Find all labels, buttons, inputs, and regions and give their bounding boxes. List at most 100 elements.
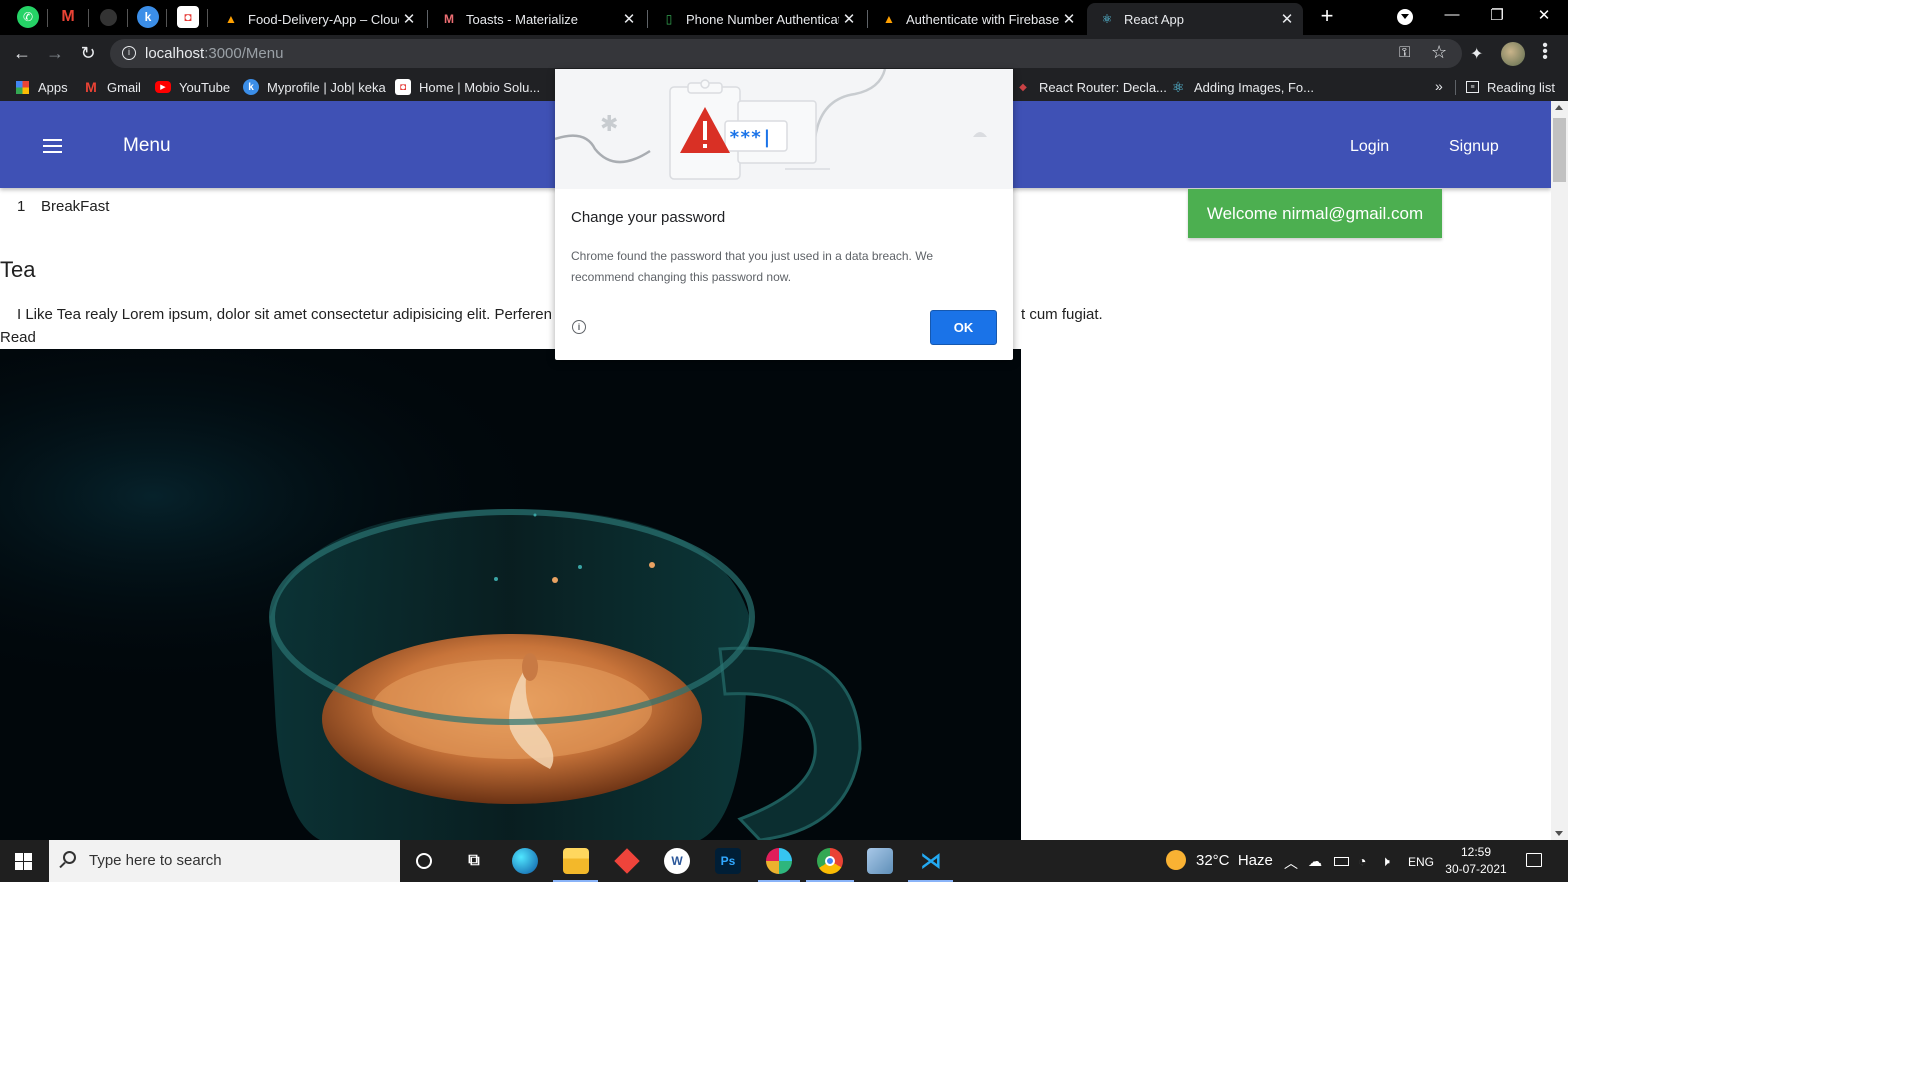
description-tail: t cum fugiat. <box>1021 306 1103 323</box>
chrome-icon[interactable] <box>817 848 843 874</box>
reload-icon[interactable]: ↻ <box>77 43 99 65</box>
tab-food-delivery[interactable]: ▲ Food-Delivery-App – Cloud F ✕ <box>211 3 425 35</box>
active-app-indicator <box>553 880 598 882</box>
firebase-icon: ▲ <box>883 12 895 26</box>
extensions-icon[interactable]: ✦ <box>1470 44 1488 63</box>
edge-icon[interactable] <box>512 848 538 874</box>
onedrive-icon[interactable]: ☁ <box>1308 853 1322 870</box>
tab-separator <box>867 10 868 28</box>
close-icon[interactable]: ✕ <box>839 10 859 28</box>
login-link[interactable]: Login <box>1350 138 1389 156</box>
close-icon[interactable]: ✕ <box>399 10 419 28</box>
site-info-icon[interactable]: i <box>122 46 136 60</box>
scroll-up-arrow-icon[interactable] <box>1555 105 1563 110</box>
bookmark-star-icon[interactable]: ☆ <box>1431 42 1447 63</box>
chrome-menu-icon[interactable]: • • • <box>1540 38 1550 66</box>
bookmark-gmail[interactable]: M Gmail <box>83 78 141 96</box>
bookmark-youtube[interactable]: ▶ YouTube <box>155 78 230 96</box>
tab-phone-auth[interactable]: ▯ Phone Number Authenticatio ✕ <box>649 3 865 35</box>
ok-button[interactable]: OK <box>930 310 997 345</box>
password-breach-dialog: ✱ ***| Change your password Chrome found… <box>555 69 1013 360</box>
read-link[interactable]: Read <box>0 329 36 346</box>
info-icon[interactable]: i <box>572 320 586 334</box>
dialog-message: Chrome found the password that you just … <box>571 249 933 284</box>
vscode-icon[interactable]: ⋊ <box>918 848 944 874</box>
tab-separator <box>127 9 128 27</box>
reading-list-icon: ≡ <box>1466 81 1479 93</box>
bookmark-mobio[interactable]: ◘ Home | Mobio Solu... <box>395 78 540 96</box>
github-icon[interactable] <box>97 6 119 28</box>
windows-start-icon[interactable] <box>15 853 32 870</box>
scroll-thumb[interactable] <box>1553 118 1566 182</box>
app-brand[interactable]: Menu <box>123 135 171 157</box>
anydesk-icon[interactable] <box>614 848 640 874</box>
bookmark-react-router[interactable]: ◆ React Router: Decla... <box>1015 78 1167 96</box>
taskbar-search-box[interactable]: Type here to search <box>49 840 400 882</box>
weather-widget[interactable]: 32°C Haze <box>1166 850 1273 870</box>
hamburger-menu-icon[interactable] <box>43 139 62 153</box>
word-online-icon[interactable]: W <box>664 848 690 874</box>
bookmark-label: Home | Mobio Solu... <box>419 79 541 95</box>
whatsapp-icon[interactable]: ✆ <box>17 6 39 28</box>
task-view-icon[interactable]: ⧉ <box>461 848 487 874</box>
reading-list-button[interactable]: ≡ Reading list <box>1466 78 1555 96</box>
bookmark-separator <box>1455 80 1456 95</box>
bookmark-adding-images[interactable]: ⚛ Adding Images, Fo... <box>1170 78 1314 96</box>
language-indicator[interactable]: ENG <box>1408 855 1434 869</box>
tab-firebase-auth[interactable]: ▲ Authenticate with Firebase u ✕ <box>869 3 1085 35</box>
password-key-icon[interactable]: ⚿ <box>1399 44 1410 61</box>
weather-text: 32°C Haze <box>1196 851 1273 869</box>
cortana-icon[interactable] <box>411 848 437 874</box>
minimize-icon[interactable]: — <box>1440 6 1464 28</box>
active-app-indicator <box>806 880 854 882</box>
slack-icon[interactable] <box>766 848 792 874</box>
wifi-icon[interactable]: ◔ <box>1358 853 1366 869</box>
gmail-icon: M <box>85 79 97 95</box>
tab-toasts-materialize[interactable]: M Toasts - Materialize ✕ <box>429 3 645 35</box>
signup-link[interactable]: Signup <box>1449 138 1499 156</box>
page-scrollbar[interactable] <box>1551 101 1568 840</box>
scroll-down-arrow-icon[interactable] <box>1555 831 1563 836</box>
file-explorer-icon[interactable] <box>563 848 589 874</box>
keka-icon[interactable]: k <box>137 6 159 28</box>
clock-date: 30-07-2021 <box>1445 862 1507 876</box>
tab-separator <box>647 10 648 28</box>
tab-title: Toasts - Materialize <box>466 11 578 27</box>
tab-strip: ✆ M k ◘ ▲ Food-Delivery-App – Cloud F ✕ … <box>0 0 1568 35</box>
url-text[interactable]: localhost:3000/Menu <box>145 45 283 62</box>
keka-icon: k <box>243 79 259 95</box>
tab-search-icon[interactable] <box>1397 9 1413 25</box>
bookmark-keka[interactable]: k Myprofile | Job| keka <box>243 78 386 96</box>
menu-item-title: Tea <box>0 257 36 282</box>
system-clock[interactable]: 12:59 30-07-2021 <box>1443 844 1509 878</box>
new-tab-button[interactable]: + <box>1316 5 1338 27</box>
back-icon[interactable]: ← <box>11 43 33 65</box>
forward-icon[interactable]: → <box>44 43 66 65</box>
bookmark-label: Apps <box>38 79 68 95</box>
gmail-icon[interactable]: M <box>57 6 79 28</box>
window-close-icon[interactable]: ✕ <box>1532 6 1556 28</box>
close-icon[interactable]: ✕ <box>1059 10 1079 28</box>
tab-title: React App <box>1124 11 1184 27</box>
bookmark-apps[interactable]: Apps <box>16 78 68 96</box>
volume-icon[interactable]: 🕨 <box>1381 853 1390 870</box>
restore-icon[interactable]: ❐ <box>1485 6 1509 28</box>
close-icon[interactable]: ✕ <box>619 10 639 28</box>
notepad-icon[interactable] <box>867 848 893 874</box>
active-app-indicator <box>758 880 800 882</box>
battery-icon[interactable] <box>1334 853 1349 869</box>
bookmarks-overflow-button[interactable]: » <box>1435 78 1443 94</box>
youtube-icon: ▶ <box>155 81 171 93</box>
photoshop-icon[interactable]: Ps <box>715 848 741 874</box>
tab-react-app[interactable]: ⚛ React App ✕ <box>1087 3 1303 35</box>
bookmark-label: YouTube <box>179 79 231 95</box>
profile-avatar[interactable] <box>1501 42 1525 66</box>
masked-password-text: ***| <box>729 127 772 148</box>
close-icon[interactable]: ✕ <box>1277 10 1297 28</box>
tray-overflow-icon[interactable]: ︿ <box>1284 853 1298 873</box>
bookmark-label: Gmail <box>107 79 141 95</box>
address-bar[interactable]: i localhost:3000/Menu ⚿ ☆ <box>110 39 1462 68</box>
notification-center-icon[interactable] <box>1526 853 1542 867</box>
tab-separator <box>166 9 167 27</box>
mobio-icon[interactable]: ◘ <box>177 6 199 28</box>
